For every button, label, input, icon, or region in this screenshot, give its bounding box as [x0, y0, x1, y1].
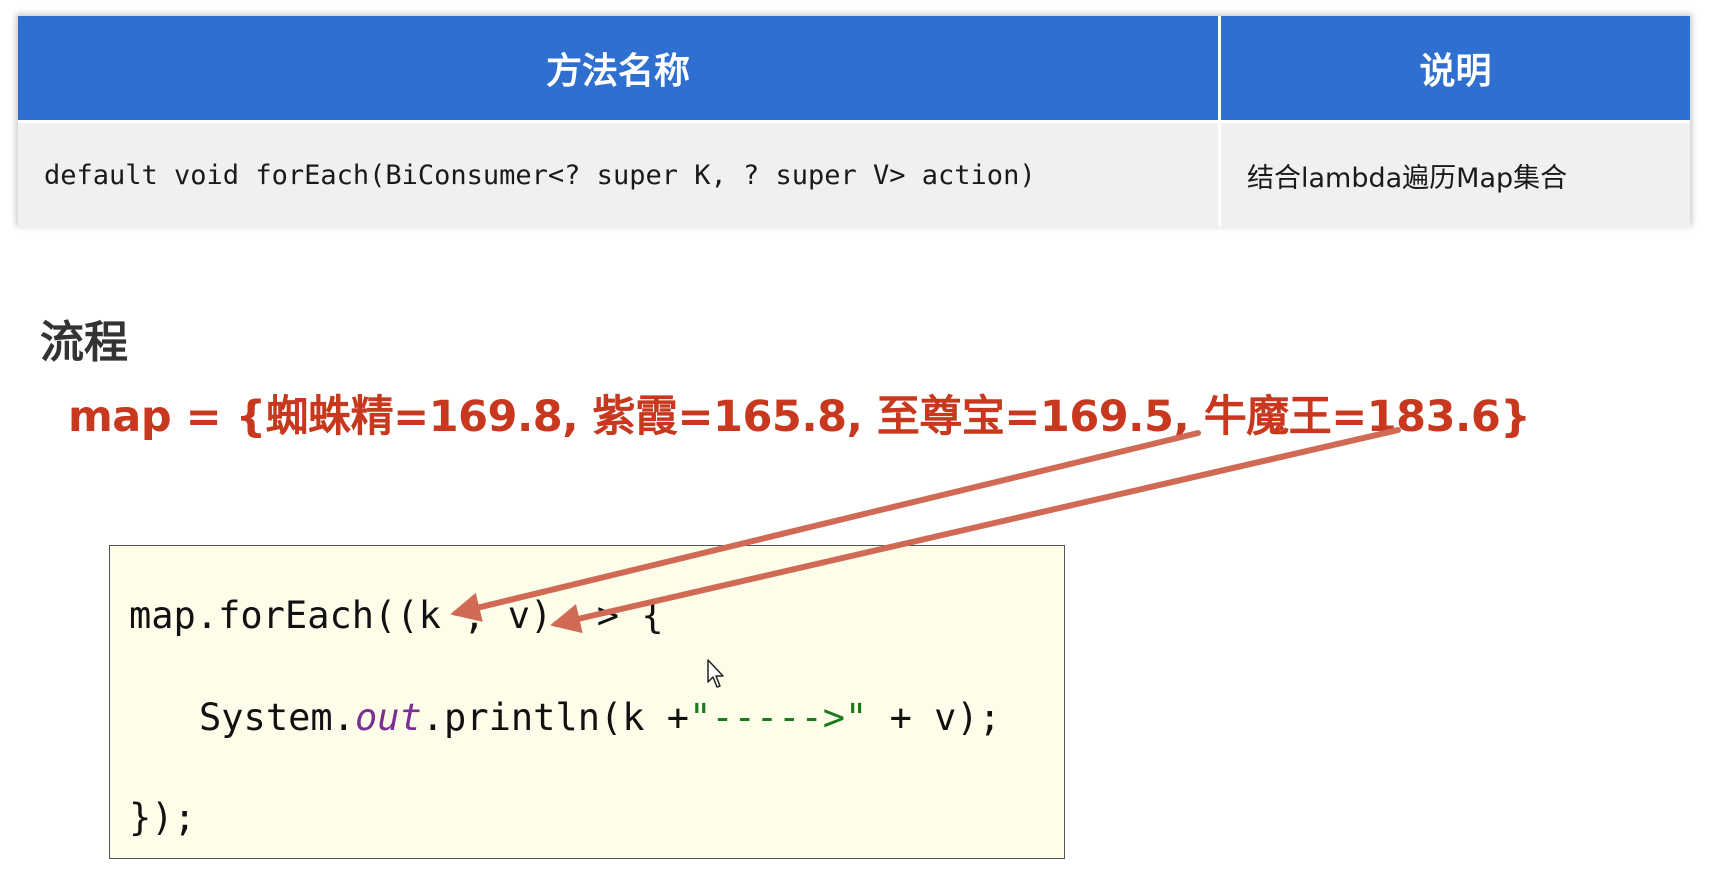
- table-header-row: 方法名称 说明: [18, 16, 1690, 122]
- code-string-literal: "----->": [689, 696, 868, 739]
- code-line-3: });: [129, 796, 196, 839]
- code-block: map.forEach((k , v) -> { System.out.prin…: [109, 545, 1065, 859]
- mouse-pointer-icon: [707, 659, 724, 688]
- header-method-name: 方法名称: [18, 16, 1221, 122]
- code-out-field: out: [354, 696, 422, 739]
- code-suffix: + v);: [867, 696, 1001, 739]
- header-description: 说明: [1219, 16, 1690, 122]
- code-println: .println(k +: [421, 696, 690, 739]
- method-signature: default void forEach(BiConsumer<? super …: [18, 120, 1221, 227]
- method-table: 方法名称 说明 default void forEach(BiConsumer<…: [18, 16, 1690, 227]
- map-contents-text: map = {蜘蛛精=169.8, 紫霞=165.8, 至尊宝=169.5, 牛…: [68, 392, 1531, 442]
- code-system: System.: [199, 696, 355, 739]
- code-line-1: map.forEach((k , v) -> {: [129, 594, 664, 637]
- table-row: default void forEach(BiConsumer<? super …: [18, 120, 1690, 227]
- method-table-container: 方法名称 说明 default void forEach(BiConsumer<…: [18, 16, 1690, 227]
- section-title: 流程: [40, 317, 128, 368]
- method-description: 结合lambda遍历Map集合: [1219, 120, 1690, 227]
- code-line-2: System.out.println(k +"----->" + v);: [199, 696, 1001, 739]
